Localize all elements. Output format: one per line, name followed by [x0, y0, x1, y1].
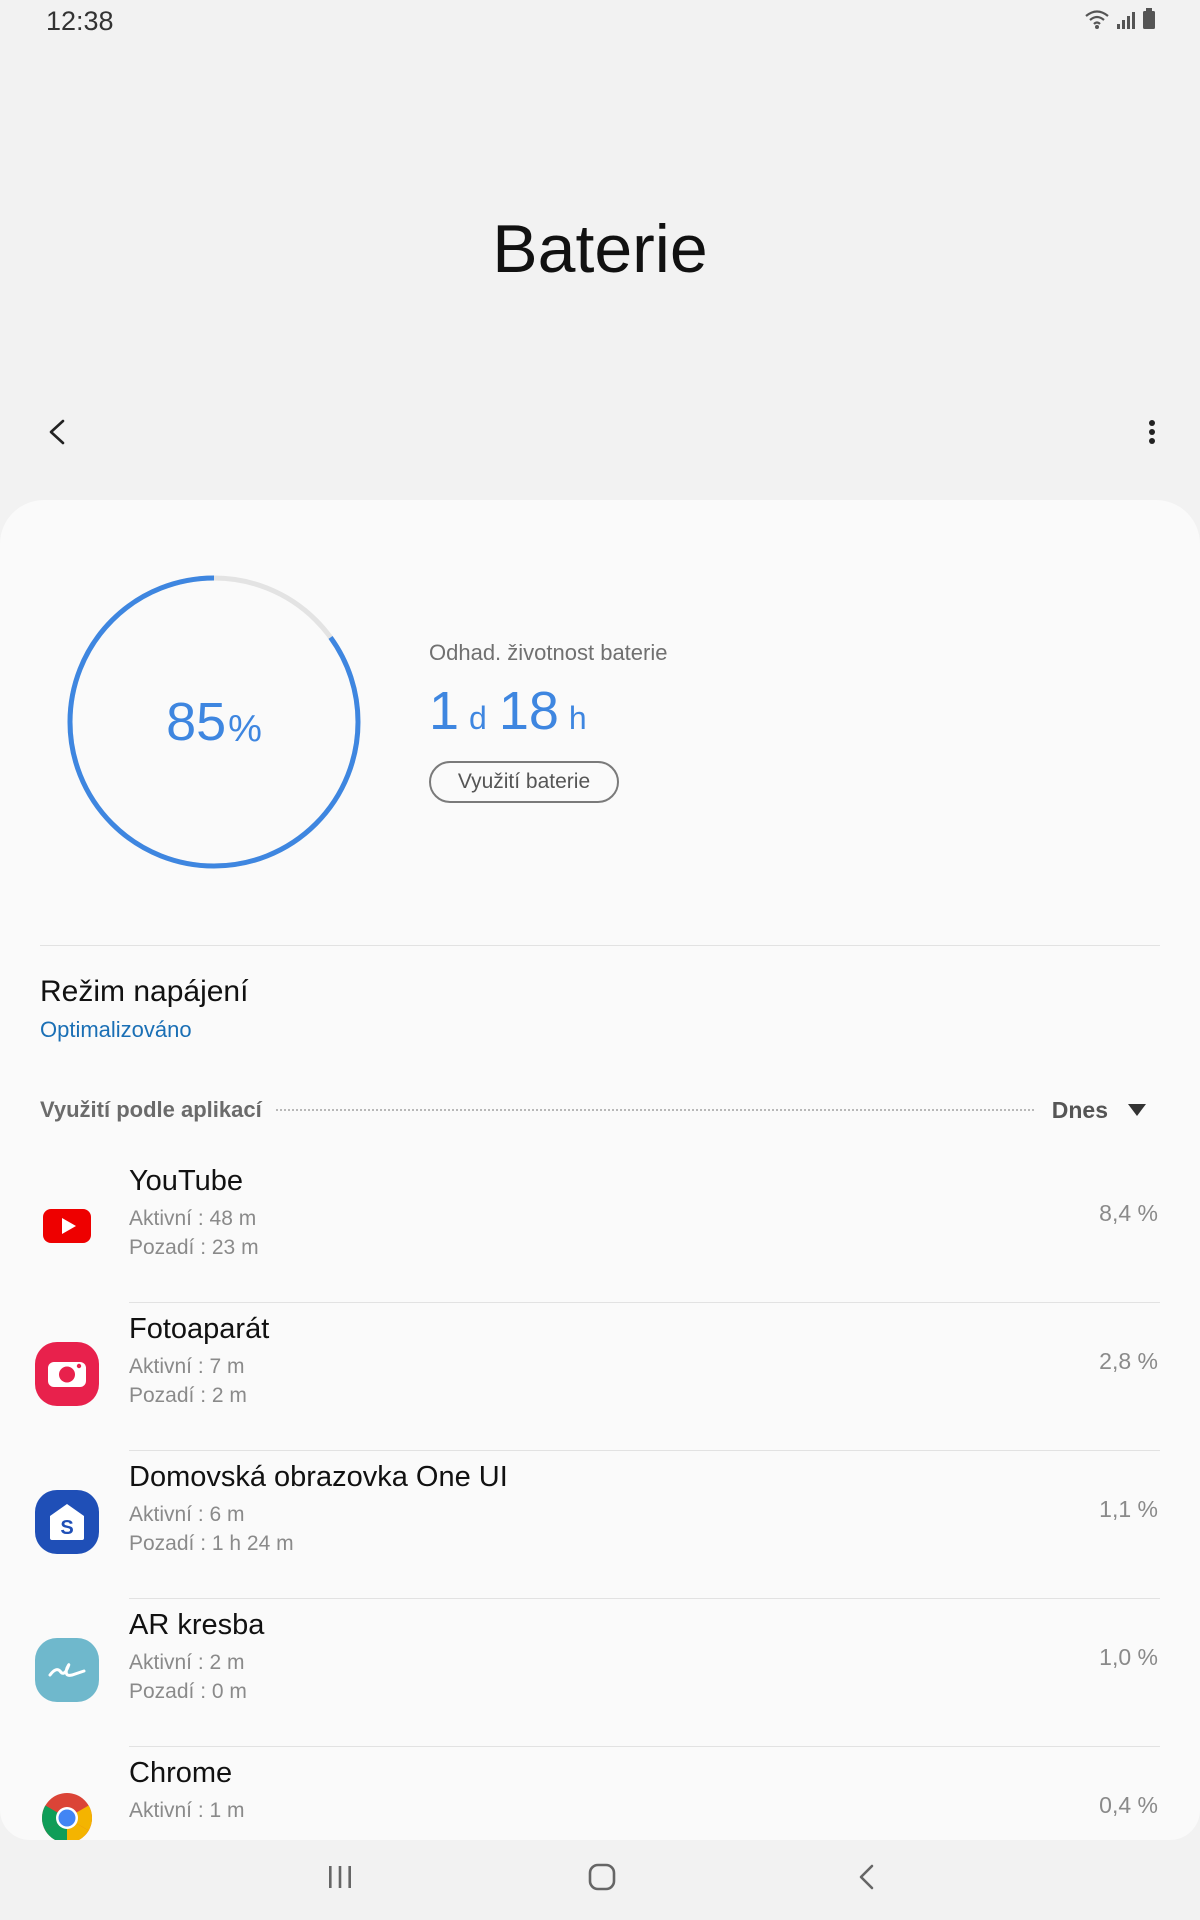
period-value: Dnes [1051, 1096, 1108, 1123]
battery-percentage-value: 85 [166, 692, 227, 752]
estimate-hours: 18 [498, 681, 559, 741]
status-time: 12:38 [46, 6, 114, 36]
app-usage-percent: 0,4 % [1099, 1792, 1158, 1818]
app-usage-header: Využití podle aplikací Dnes [40, 1090, 1160, 1130]
app-row-one-ui-home[interactable]: S Domovská obrazovka One UI Aktivní : 6 … [0, 1451, 1200, 1599]
power-mode-item[interactable]: Režim napájení Optimalizováno [40, 975, 1160, 1075]
app-usage-percent: 1,1 % [1099, 1496, 1158, 1522]
app-usage-percent: 2,8 % [1099, 1348, 1158, 1374]
battery-icon [1142, 8, 1156, 35]
camera-icon [34, 1341, 100, 1407]
divider [40, 945, 1160, 946]
battery-percentage: 85 % [64, 572, 364, 872]
app-row-ar-doodle[interactable]: AR kresba Aktivní : 2 m Pozadí : 0 m 1,0… [0, 1599, 1200, 1747]
recent-apps-icon [329, 1866, 351, 1888]
power-mode-title: Režim napájení [40, 975, 249, 1008]
app-active-time: Aktivní : 7 m [129, 1355, 245, 1378]
youtube-icon [34, 1193, 100, 1259]
app-name: Chrome [129, 1757, 233, 1789]
chevron-left-icon [49, 419, 65, 445]
more-options-button[interactable] [1122, 412, 1162, 452]
more-vertical-icon [1149, 420, 1155, 444]
chrome-icon [34, 1785, 100, 1840]
app-background-time: Pozadí : 2 m [129, 1384, 247, 1407]
period-dropdown[interactable]: Dnes [1052, 1097, 1160, 1124]
home-button[interactable] [572, 1852, 632, 1902]
status-icons [1084, 8, 1156, 35]
app-row-camera[interactable]: Fotoaparát Aktivní : 7 m Pozadí : 2 m 2,… [0, 1303, 1200, 1451]
navigation-bar [0, 1840, 1200, 1920]
svg-text:S: S [60, 1517, 73, 1539]
app-usage-label: Využití podle aplikací [40, 1097, 262, 1122]
power-mode-value: Optimalizováno [40, 1017, 192, 1042]
dotted-separator [275, 1109, 1034, 1111]
app-usage-percent: 8,4 % [1099, 1200, 1158, 1226]
app-active-time: Aktivní : 48 m [129, 1207, 257, 1230]
app-active-time: Aktivní : 6 m [129, 1503, 245, 1526]
app-name: AR kresba [129, 1609, 265, 1641]
home-icon [588, 1863, 616, 1891]
estimate-days-unit: d [469, 700, 487, 736]
battery-percentage-unit: % [228, 707, 262, 750]
app-name: Fotoaparát [129, 1313, 270, 1345]
recent-apps-button[interactable] [310, 1852, 370, 1902]
battery-card: 85 % Odhad. životnost baterie 1 d 18 h V… [0, 500, 1200, 1840]
app-name: YouTube [129, 1165, 243, 1197]
wifi-icon [1084, 8, 1110, 35]
app-row-youtube[interactable]: YouTube Aktivní : 48 m Pozadí : 23 m 8,4… [0, 1155, 1200, 1303]
app-background-time: Pozadí : 1 h 24 m [129, 1532, 294, 1555]
one-ui-home-icon: S [34, 1489, 100, 1555]
app-row-chrome[interactable]: Chrome Aktivní : 1 m 0,4 % [0, 1747, 1200, 1840]
status-bar: 12:38 [0, 0, 1200, 44]
app-active-time: Aktivní : 1 m [129, 1799, 245, 1822]
back-icon [859, 1864, 874, 1890]
estimate-value: 1 d 18 h [429, 680, 599, 742]
back-button[interactable] [38, 412, 78, 452]
app-background-time: Pozadí : 0 m [129, 1680, 247, 1703]
signal-icon [1116, 10, 1136, 35]
estimate-label: Odhad. životnost baterie [429, 640, 668, 665]
app-background-time: Pozadí : 23 m [129, 1236, 259, 1259]
app-active-time: Aktivní : 2 m [129, 1651, 245, 1674]
battery-usage-button[interactable]: Využití baterie [429, 761, 619, 803]
nav-back-button[interactable] [837, 1852, 897, 1902]
estimate-hours-unit: h [568, 700, 587, 736]
estimate-days: 1 [429, 681, 460, 741]
page-title: Baterie [492, 211, 708, 287]
app-name: Domovská obrazovka One UI [129, 1461, 508, 1493]
app-usage-percent: 1,0 % [1099, 1644, 1158, 1670]
ar-doodle-icon [34, 1637, 100, 1703]
dropdown-arrow-icon [1128, 1104, 1146, 1116]
